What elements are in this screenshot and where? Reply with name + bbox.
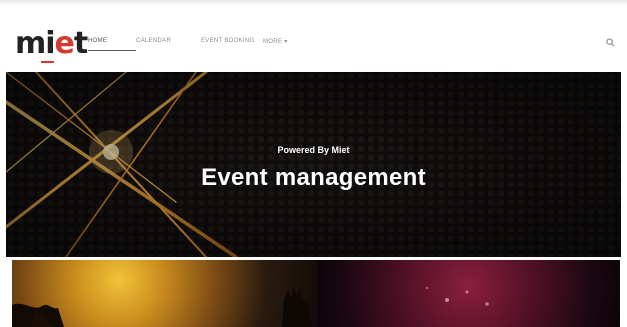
site-header: miet Home Calendar Event Booking More ▾ [6, 6, 621, 73]
nav-item-home[interactable]: Home [88, 38, 136, 51]
event-card-row [12, 260, 620, 327]
page: miet Home Calendar Event Booking More ▾ [0, 0, 627, 327]
logo-underline [41, 61, 54, 63]
nav-item-more[interactable]: More ▾ [263, 38, 303, 45]
event-card-concert[interactable] [12, 260, 317, 327]
logo-wordmark: miet [15, 26, 88, 61]
nav-item-event-booking[interactable]: Event Booking [201, 38, 263, 45]
hero-banner: Powered By Miet Event management [6, 72, 621, 257]
nav-item-calendar[interactable]: Calendar [136, 38, 201, 45]
main-nav: Home Calendar Event Booking More ▾ [88, 38, 303, 51]
party-image [425, 286, 489, 306]
event-card-party[interactable] [317, 260, 620, 327]
nav-item-label: Event Booking [201, 38, 255, 44]
chevron-down-icon: ▾ [284, 39, 288, 45]
hero-kicker: Powered By Miet [277, 145, 350, 155]
site-logo[interactable]: miet [15, 23, 88, 63]
hero-title: Event management [201, 164, 426, 191]
nav-item-label: Home [88, 38, 108, 44]
nav-item-label: More [263, 39, 283, 45]
nav-item-label: Calendar [136, 38, 172, 44]
viewport: miet Home Calendar Event Booking More ▾ [6, 6, 621, 327]
search-icon[interactable] [606, 38, 615, 47]
crowd-image [12, 286, 312, 327]
